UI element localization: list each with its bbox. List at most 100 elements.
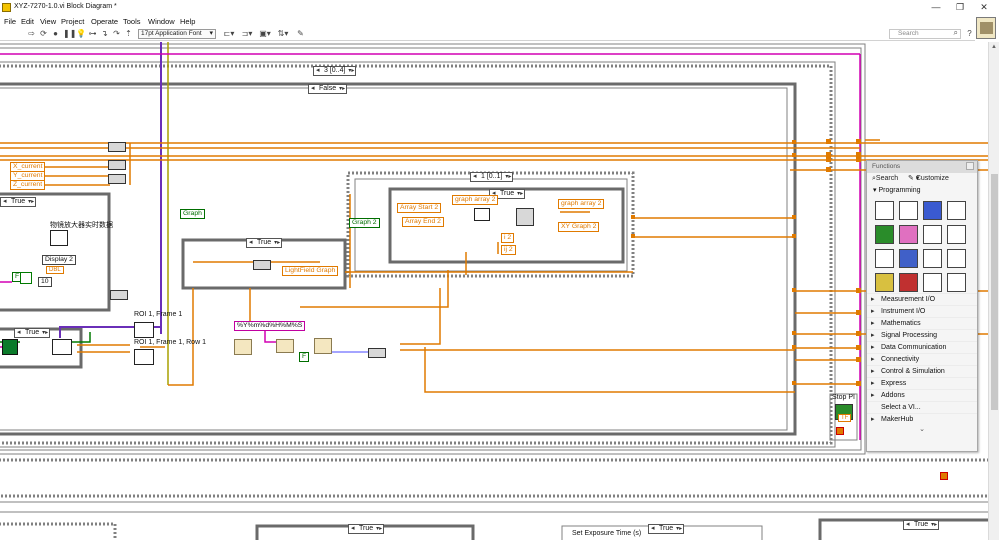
block-diagram-canvas[interactable]: 3 [0..4] False True True True 1 [0..1] T… (0, 42, 988, 540)
structures-icon[interactable] (875, 201, 894, 220)
sequence-frame-selector[interactable]: 3 [0..4] (313, 66, 357, 76)
pause-icon[interactable]: ❚❚ (63, 29, 76, 38)
boolean-icon[interactable] (875, 225, 894, 244)
resize-objects-icon[interactable]: ▣▾ (258, 29, 272, 38)
roi-row-graph-icon[interactable] (134, 349, 154, 365)
case-selector-bottom-2[interactable]: True (648, 524, 685, 534)
run-arrow-icon[interactable]: ⇨ (27, 29, 36, 38)
synchronization-icon[interactable] (875, 273, 894, 292)
cleanup-diagram-icon[interactable]: ✎ (296, 29, 305, 38)
bundle-node-3[interactable] (108, 174, 126, 184)
sequence-inner-selector[interactable]: 1 [0..1] (470, 172, 514, 182)
reorder-icon[interactable]: ⇅▾ (276, 29, 290, 38)
ij-2-constant[interactable]: ij 2 (501, 245, 516, 255)
step-out-icon[interactable]: ⇡ (124, 29, 133, 38)
array-start-2[interactable]: Array Start 2 (397, 203, 442, 213)
category-signal-processing[interactable]: Signal Processing (867, 329, 977, 342)
boolean-constant-2[interactable]: F (299, 352, 310, 362)
dbl-terminal[interactable]: DBL (46, 266, 64, 274)
menu-tools[interactable]: Tools (123, 17, 141, 26)
concat-string-node[interactable] (314, 338, 332, 354)
array-icon[interactable] (899, 201, 918, 220)
highlight-execution-icon[interactable]: 💡 (76, 29, 86, 38)
bundle-node-6[interactable] (368, 348, 386, 358)
variant-icon[interactable] (947, 273, 966, 292)
vertical-scrollbar[interactable]: ▲ (988, 42, 999, 540)
lightfield-graph-indicator[interactable]: LightField Graph (282, 266, 339, 276)
category-addons[interactable]: Addons (867, 389, 977, 402)
i-2-constant[interactable]: i 2 (501, 233, 515, 243)
align-objects-icon[interactable]: ⊏▾ (222, 29, 236, 38)
category-data-communication[interactable]: Data Communication (867, 341, 977, 354)
multiply-node[interactable] (20, 272, 32, 284)
palette-search-button[interactable]: ⌕ Search (872, 173, 898, 185)
category-control-simulation[interactable]: Control & Simulation (867, 365, 977, 378)
graph-indicator-icon[interactable] (50, 230, 68, 246)
palette-customize-button[interactable]: ✎ Customize ▾ (908, 173, 949, 185)
bundle-node-1[interactable] (108, 142, 126, 152)
format-date-node[interactable] (276, 339, 294, 353)
run-continuously-icon[interactable]: ⟳ (39, 29, 48, 38)
graph-array-2-local[interactable]: graph array 2 (452, 195, 499, 205)
bundle-node-5[interactable] (253, 260, 271, 270)
case-selector-true-mid[interactable]: True (246, 238, 283, 248)
menu-window[interactable]: Window (148, 17, 175, 26)
case-selector-bottom-1[interactable]: True (348, 524, 385, 534)
vi-icon[interactable] (976, 17, 996, 39)
case-selector-bottom-3[interactable]: True (903, 520, 940, 530)
app-control-icon[interactable] (947, 249, 966, 268)
palette-more-chevron-icon[interactable]: ⌄ (867, 425, 977, 433)
menu-help[interactable]: Help (180, 17, 195, 26)
menu-edit[interactable]: Edit (21, 17, 34, 26)
font-select[interactable]: 17pt Application Font (138, 29, 216, 39)
palette-close-icon[interactable] (966, 162, 974, 170)
case-selector-true-left[interactable]: True (0, 197, 37, 207)
case-selector-false[interactable]: False (308, 84, 348, 94)
case-selector-true-small[interactable]: True (14, 328, 51, 338)
cluster-icon[interactable] (923, 201, 942, 220)
array-end-2[interactable]: Array End 2 (402, 217, 444, 227)
category-makerhub[interactable]: MakerHub (867, 413, 977, 426)
tf-terminal[interactable]: TF (838, 414, 852, 422)
file-io-icon[interactable] (899, 249, 918, 268)
close-button[interactable]: ✕ (970, 1, 998, 14)
bundle-node-4[interactable] (110, 290, 128, 300)
timing-icon[interactable] (947, 225, 966, 244)
category-connectivity[interactable]: Connectivity (867, 353, 977, 366)
select-a-vi[interactable]: Select a VI... (867, 401, 977, 413)
time-format-string[interactable]: %Y%m%d%H%M%S (234, 321, 306, 331)
display-2-indicator[interactable]: Display 2 (42, 255, 76, 265)
scrollbar-thumb[interactable] (991, 174, 998, 410)
category-instrument-io[interactable]: Instrument I/O (867, 305, 977, 318)
z-current-local[interactable]: Z_current (10, 180, 46, 190)
stop-condition-terminal[interactable] (836, 427, 844, 435)
graph-2-local-variable[interactable]: Graph 2 (349, 218, 380, 228)
roi-frame-graph-icon[interactable] (134, 322, 154, 338)
graph-local-variable[interactable]: Graph (180, 209, 205, 219)
menu-file[interactable]: File (4, 17, 16, 26)
build-array-node[interactable] (516, 208, 534, 226)
bundle-node-2[interactable] (108, 160, 126, 170)
timestamp-node[interactable] (234, 339, 252, 355)
search-input[interactable]: Search ⌕ (889, 29, 961, 39)
retain-wire-values-icon[interactable]: ⊶ (88, 29, 97, 38)
waveform-node[interactable] (52, 339, 72, 355)
step-into-icon[interactable]: ↴ (100, 29, 109, 38)
numeric-icon[interactable] (947, 201, 966, 220)
comparison-icon[interactable] (923, 225, 942, 244)
scroll-up-icon[interactable]: ▲ (991, 44, 997, 50)
waveform-icon[interactable] (923, 249, 942, 268)
graphics-sound-icon[interactable] (899, 273, 918, 292)
graph-array-2-indicator[interactable]: graph array 2 (558, 199, 605, 209)
functions-palette[interactable]: Functions ⌕ Search ✎ Customize ▾ ▾ Progra… (866, 160, 978, 452)
category-mathematics[interactable]: Mathematics (867, 317, 977, 330)
step-over-icon[interactable]: ↷ (112, 29, 121, 38)
dialog-icon[interactable] (875, 249, 894, 268)
search-icon[interactable]: ⌕ (954, 29, 958, 37)
report-generation-icon[interactable] (923, 273, 942, 292)
distribute-objects-icon[interactable]: ⊐▾ (240, 29, 254, 38)
abort-icon[interactable]: ● (51, 29, 60, 38)
loop-condition-terminal[interactable] (940, 472, 948, 480)
category-express[interactable]: Express (867, 377, 977, 390)
constant-10[interactable]: 10 (38, 277, 52, 287)
